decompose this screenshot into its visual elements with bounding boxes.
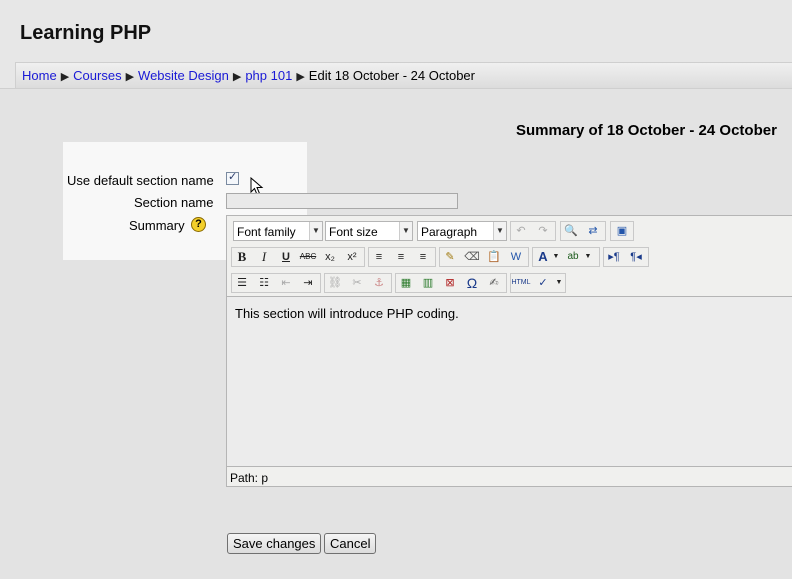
italic-icon[interactable]: I xyxy=(254,247,274,267)
indent-icon[interactable]: ⇥ xyxy=(298,273,318,293)
cancel-button[interactable]: Cancel xyxy=(324,533,377,554)
editor-content-text: This section will introduce PHP coding. xyxy=(235,306,459,321)
special-char-icon[interactable]: Ω xyxy=(462,273,482,293)
editor-toolbar-row-3: ☰ ☷ ⇤ ⇥ ⛓ ✂ ⚓ ▦ ▥ ⊠ Ω ✍ HTML ✓ ▼ xyxy=(227,270,792,294)
outdent-icon[interactable]: ⇤ xyxy=(276,273,296,293)
replace-icon[interactable]: ⇄ xyxy=(583,221,603,241)
breadcrumb-php-101[interactable]: php 101 xyxy=(245,68,292,83)
editor-toolbar-row-2: B I U ABC x₂ x² ≡ ≡ ≡ ✎ ⌫ 📋 W A ▼ ab ▼ ▸… xyxy=(227,244,792,268)
redo-icon[interactable]: ↷ xyxy=(533,221,553,241)
editor-content[interactable]: This section will introduce PHP coding. xyxy=(227,296,792,466)
underline-icon[interactable]: U xyxy=(276,247,296,267)
breadcrumb-home[interactable]: Home xyxy=(22,68,57,83)
chevron-down-icon: ▼ xyxy=(399,222,412,240)
editor-path-bar: Path: p xyxy=(227,466,792,486)
breadcrumb-current: Edit 18 October - 24 October xyxy=(308,68,475,83)
section-name-label: Section name xyxy=(134,195,214,210)
numbered-list-icon[interactable]: ☷ xyxy=(254,273,274,293)
chevron-down-icon[interactable]: ▼ xyxy=(583,247,593,267)
font-size-select[interactable]: Font size ▼ xyxy=(325,221,413,241)
editor-toolbar-row-1: Font family ▼ Font size ▼ Paragraph ▼ ↶ … xyxy=(227,218,792,242)
rich-text-editor: Font family ▼ Font size ▼ Paragraph ▼ ↶ … xyxy=(226,215,792,487)
ltr-icon[interactable]: ▸¶ xyxy=(604,247,624,267)
subscript-icon[interactable]: x₂ xyxy=(320,247,340,267)
chevron-down-icon[interactable]: ▼ xyxy=(551,247,561,267)
chevron-down-icon: ▼ xyxy=(309,222,322,240)
paste-word-icon[interactable]: W xyxy=(506,247,526,267)
highlight-color-icon[interactable]: ab xyxy=(563,247,583,267)
chevron-down-icon: ▼ xyxy=(493,222,506,240)
help-icon[interactable]: ? xyxy=(191,217,206,232)
font-family-select[interactable]: Font family ▼ xyxy=(233,221,323,241)
align-center-icon[interactable]: ≡ xyxy=(391,247,411,267)
align-right-icon[interactable]: ≡ xyxy=(413,247,433,267)
use-default-label: Use default section name xyxy=(67,173,214,188)
breadcrumb-courses[interactable]: Courses xyxy=(73,68,121,83)
bullet-list-icon[interactable]: ☰ xyxy=(232,273,252,293)
font-size-value: Font size xyxy=(329,225,378,239)
cleanup-icon[interactable]: ✎ xyxy=(440,247,460,267)
breadcrumb-separator: ▶ xyxy=(60,71,70,83)
unlink-icon[interactable]: ✂ xyxy=(347,273,367,293)
bold-icon[interactable]: B xyxy=(232,247,252,267)
breadcrumb-separator: ▶ xyxy=(232,71,242,83)
page-header: Learning PHP Home ▶ Courses ▶ Website Design… xyxy=(0,0,792,89)
find-icon[interactable]: 🔍 xyxy=(561,221,581,241)
undo-icon[interactable]: ↶ xyxy=(511,221,531,241)
text-color-icon[interactable]: A xyxy=(533,247,553,267)
link-icon[interactable]: ⛓ xyxy=(325,273,345,293)
superscript-icon[interactable]: x² xyxy=(342,247,362,267)
format-select[interactable]: Paragraph ▼ xyxy=(417,221,507,241)
image-icon[interactable]: ▦ xyxy=(396,273,416,293)
edit-icon[interactable]: ✍ xyxy=(484,273,504,293)
eraser-icon[interactable]: ⌫ xyxy=(462,247,482,267)
fullscreen-icon[interactable]: ▣ xyxy=(612,221,632,241)
breadcrumb: Home ▶ Courses ▶ Website Design ▶ php 101 ▶ Edit… xyxy=(15,62,792,88)
chevron-down-icon[interactable]: ▼ xyxy=(553,273,565,293)
breadcrumb-separator: ▶ xyxy=(296,71,305,83)
summary-label: Summary xyxy=(129,218,185,233)
strikethrough-icon[interactable]: ABC xyxy=(298,247,318,267)
spellcheck-icon[interactable]: ✓ xyxy=(533,273,553,293)
nolink-icon[interactable]: ⊠ xyxy=(440,273,460,293)
section-summary-heading: Summary of 18 October - 24 October xyxy=(516,122,777,139)
save-changes-button[interactable]: Save changes xyxy=(227,533,322,554)
anchor-icon[interactable]: ⚓ xyxy=(369,273,389,293)
font-family-value: Font family xyxy=(237,225,296,239)
section-name-input[interactable] xyxy=(226,193,458,209)
html-icon[interactable]: HTML xyxy=(511,273,531,293)
breadcrumb-separator: ▶ xyxy=(125,71,135,83)
format-value: Paragraph xyxy=(421,225,478,239)
paste-text-icon[interactable]: 📋 xyxy=(484,247,504,267)
breadcrumb-website-design[interactable]: Website Design xyxy=(138,68,229,83)
align-left-icon[interactable]: ≡ xyxy=(369,247,389,267)
media-icon[interactable]: ▥ xyxy=(418,273,438,293)
rtl-icon[interactable]: ¶◂ xyxy=(626,247,646,267)
checkmark-icon: ✓ xyxy=(228,171,238,183)
use-default-checkbox[interactable]: ✓ xyxy=(226,171,239,185)
page-title: Learning PHP xyxy=(20,22,152,44)
